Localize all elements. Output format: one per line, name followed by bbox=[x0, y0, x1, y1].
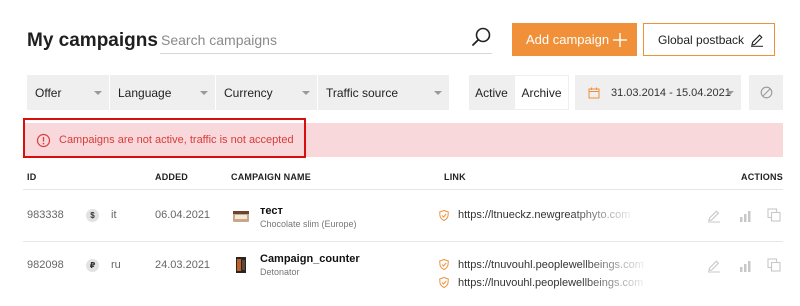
campaign-offer: Detonator bbox=[260, 267, 300, 277]
column-header-link: LINK bbox=[444, 172, 466, 182]
edit-icon[interactable] bbox=[707, 259, 721, 273]
table-divider bbox=[23, 189, 783, 190]
calendar-icon bbox=[588, 87, 600, 98]
archive-tab[interactable]: Archive bbox=[514, 75, 569, 110]
chevron-down-icon bbox=[434, 91, 442, 95]
reset-icon bbox=[760, 86, 772, 99]
chevron-down-icon bbox=[94, 91, 102, 95]
alert-message: Campaigns are not active, traffic is not… bbox=[59, 134, 294, 146]
campaign-language: ru bbox=[111, 259, 121, 271]
currency-badge: $ bbox=[86, 209, 99, 222]
campaign-added-date: 24.03.2021 bbox=[155, 259, 211, 271]
offer-thumbnail bbox=[233, 211, 249, 222]
traffic-source-filter[interactable]: Traffic source bbox=[318, 75, 449, 110]
campaign-name[interactable]: тест bbox=[260, 205, 283, 217]
page-title: My campaigns bbox=[27, 30, 158, 51]
campaign-name[interactable]: Campaign_counter bbox=[260, 253, 360, 265]
column-header-id: ID bbox=[27, 172, 37, 182]
column-header-campaign-name: CAMPAIGN NAME bbox=[231, 172, 311, 182]
chevron-down-icon bbox=[726, 91, 734, 95]
stats-icon[interactable] bbox=[738, 209, 752, 223]
offer-filter[interactable]: Offer bbox=[27, 75, 110, 110]
pen-icon bbox=[751, 33, 763, 47]
link-fade bbox=[568, 209, 638, 223]
global-postback-label: Global postback bbox=[658, 32, 745, 47]
currency-badge: ₽ bbox=[86, 259, 99, 272]
campaign-offer: Chocolate slim (Europe) bbox=[260, 219, 357, 229]
edit-icon[interactable] bbox=[707, 209, 721, 223]
plus-icon bbox=[613, 32, 627, 47]
campaign-added-date: 06.04.2021 bbox=[155, 209, 211, 221]
search-icon[interactable] bbox=[470, 25, 494, 49]
status-toggle: Active Archive bbox=[469, 75, 569, 110]
date-range-text: 31.03.2014 - 15.04.2021 bbox=[611, 86, 731, 99]
shield-icon bbox=[439, 210, 449, 221]
link-fade bbox=[580, 277, 650, 291]
offer-filter-label: Offer bbox=[35, 85, 62, 100]
traffic-source-filter-label: Traffic source bbox=[326, 85, 399, 100]
language-filter-label: Language bbox=[118, 85, 172, 100]
chevron-down-icon bbox=[200, 91, 208, 95]
link-fade bbox=[580, 259, 650, 273]
shield-icon bbox=[439, 277, 449, 288]
shield-icon bbox=[439, 259, 449, 270]
copy-icon[interactable] bbox=[767, 208, 781, 222]
campaign-id: 983338 bbox=[27, 209, 64, 221]
campaign-id: 982098 bbox=[27, 259, 64, 271]
offer-thumbnail bbox=[236, 257, 246, 273]
row-divider bbox=[23, 241, 783, 242]
chevron-down-icon bbox=[302, 91, 310, 95]
column-header-actions: ACTIONS bbox=[741, 172, 783, 182]
search-input[interactable] bbox=[160, 26, 492, 54]
filter-bar: Offer Language Currency Traffic source bbox=[27, 75, 449, 110]
copy-icon[interactable] bbox=[767, 258, 781, 272]
currency-filter-label: Currency bbox=[224, 85, 273, 100]
global-postback-button[interactable]: Global postback bbox=[643, 23, 775, 56]
reset-filters-button[interactable] bbox=[749, 75, 783, 110]
column-header-added: ADDED bbox=[155, 172, 189, 182]
active-tab[interactable]: Active bbox=[469, 75, 514, 110]
add-campaign-label: Add campaign bbox=[526, 32, 610, 47]
date-range-picker[interactable]: 31.03.2014 - 15.04.2021 bbox=[575, 75, 741, 110]
alert-circle-icon bbox=[36, 133, 51, 148]
add-campaign-button[interactable]: Add campaign bbox=[512, 23, 637, 56]
currency-filter[interactable]: Currency bbox=[216, 75, 318, 110]
language-filter[interactable]: Language bbox=[110, 75, 216, 110]
stats-icon[interactable] bbox=[738, 259, 752, 273]
campaign-language: it bbox=[111, 209, 117, 221]
